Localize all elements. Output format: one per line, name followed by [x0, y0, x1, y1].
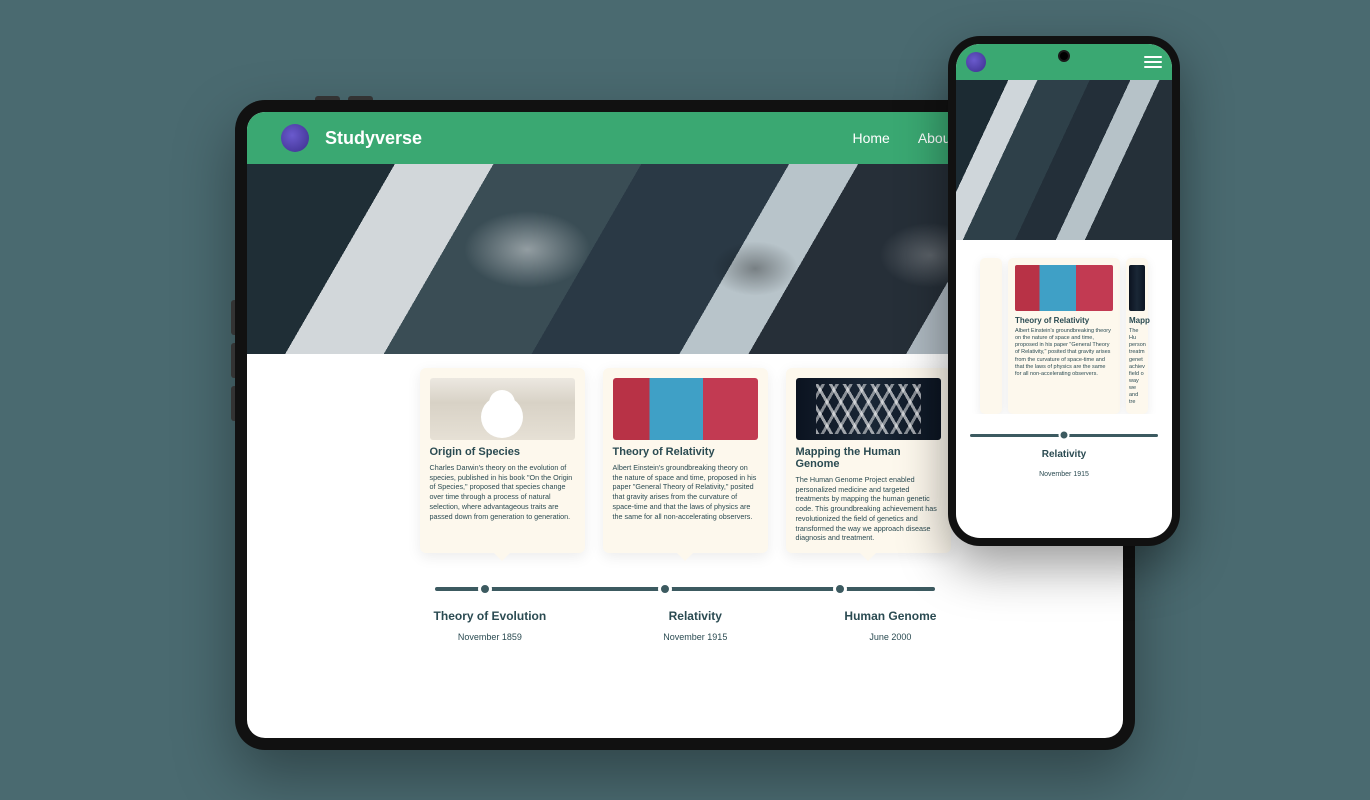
card-body-fragment: The Hu person treatm genet achiev field … [1129, 328, 1145, 407]
tablet-top-buttons [315, 96, 395, 100]
card-image-einstein [1015, 265, 1113, 311]
card-title: Mapping the Human Genome [796, 446, 941, 470]
phone-camera [1058, 50, 1070, 62]
phone-device-frame: Theory of Relativity Albert Einstein's g… [948, 36, 1180, 546]
timeline-track [435, 587, 935, 591]
timeline-dot-3[interactable] [833, 582, 847, 596]
card-image-darwin [430, 378, 575, 440]
timeline-label-date: November 1859 [458, 632, 522, 642]
card-title-fragment: Mapp [1129, 316, 1145, 325]
card-image-einstein [613, 378, 758, 440]
card-title: Theory of Relativity [613, 446, 758, 458]
timeline-card-relativity[interactable]: Theory of Relativity Albert Einstein's g… [603, 368, 768, 553]
timeline-label-title: Human Genome [844, 609, 936, 623]
phone-timeline-dot[interactable] [1059, 430, 1070, 441]
phone-timeline-track [970, 434, 1158, 437]
tablet-side-buttons [231, 300, 235, 500]
timeline-label-date: June 2000 [869, 632, 911, 642]
card-image-dna [796, 378, 941, 440]
logo-icon[interactable] [966, 52, 986, 72]
brand-name[interactable]: Studyverse [325, 128, 422, 149]
card-image-dna [1129, 265, 1145, 311]
card-title: Origin of Species [430, 446, 575, 458]
phone-hero-image [956, 80, 1172, 240]
phone-card-relativity[interactable]: Theory of Relativity Albert Einstein's g… [1008, 258, 1120, 414]
timeline-label-title: Theory of Evolution [434, 609, 547, 623]
timeline-dot-1[interactable] [478, 582, 492, 596]
logo-icon[interactable] [281, 124, 309, 152]
timeline-label-1: Theory of Evolution November 1859 [434, 609, 547, 645]
timeline-label-date: November 1915 [1039, 471, 1089, 478]
timeline-dot-2[interactable] [658, 582, 672, 596]
timeline-card-evolution[interactable]: Origin of Species Charles Darwin's theor… [420, 368, 585, 553]
card-body: The Human Genome Project enabled persona… [796, 475, 941, 543]
phone-screen: Theory of Relativity Albert Einstein's g… [956, 44, 1172, 538]
timeline-label-2: Relativity November 1915 [663, 609, 727, 645]
timeline-card-genome[interactable]: Mapping the Human Genome The Human Genom… [786, 368, 951, 553]
phone-cards-row[interactable]: Theory of Relativity Albert Einstein's g… [956, 240, 1172, 414]
timeline-label-date: November 1915 [663, 632, 727, 642]
card-body: Albert Einstein's groundbreaking theory … [1015, 328, 1113, 378]
timeline-label-3: Human Genome June 2000 [844, 609, 936, 645]
phone-timeline-label: Relativity November 1915 [956, 449, 1172, 481]
hamburger-icon[interactable] [1144, 56, 1162, 68]
nav-home[interactable]: Home [852, 130, 889, 146]
timeline-label-title: Relativity [956, 449, 1172, 460]
timeline-labels: Theory of Evolution November 1859 Relati… [375, 609, 995, 645]
timeline-label-title: Relativity [663, 609, 727, 623]
card-body: Albert Einstein's groundbreaking theory … [613, 463, 758, 521]
card-title: Theory of Relativity [1015, 316, 1113, 325]
phone-card-partial-left[interactable] [980, 258, 1002, 414]
card-body: Charles Darwin's theory on the evolution… [430, 463, 575, 521]
phone-card-partial-right[interactable]: Mapp The Hu person treatm genet achiev f… [1126, 258, 1148, 414]
